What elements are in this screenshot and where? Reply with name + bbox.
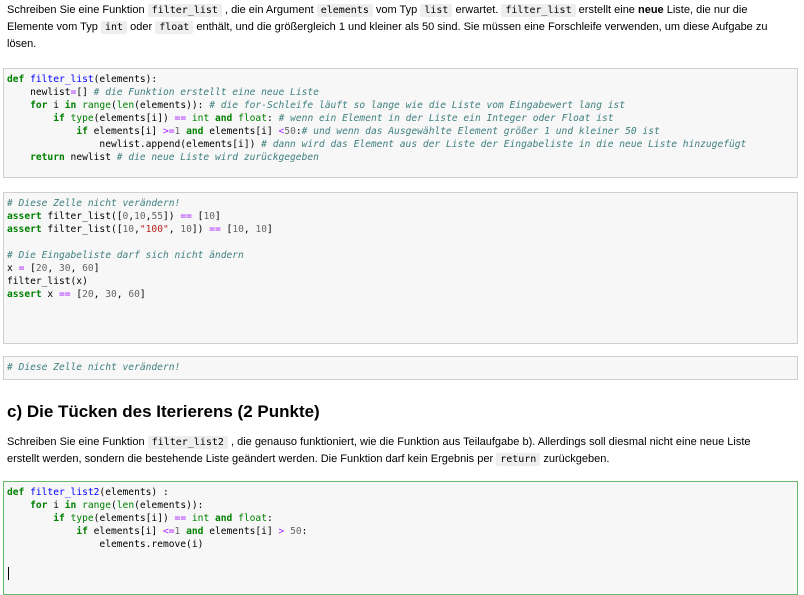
code-cell-filter-list2[interactable]: def filter_list2(elements) : for i in ra…	[3, 481, 798, 595]
intro-line-2: Elemente vom Typ int oder float enthält,…	[7, 21, 768, 34]
section-line-2: erstellt werden, sondern die bestehende …	[7, 453, 610, 466]
section-text: Schreiben Sie eine Funktion filter_list2…	[7, 434, 797, 468]
intro-line-1: Schreiben Sie eine Funktion filter_list …	[7, 4, 748, 17]
section-line-1: Schreiben Sie eine Funktion filter_list2…	[7, 436, 751, 449]
code-editor[interactable]: # Diese Zelle nicht verändern! assert fil…	[4, 193, 797, 301]
code-editor[interactable]: # Diese Zelle nicht verändern!	[4, 357, 797, 374]
section-heading: c) Die Tücken des Iterierens (2 Punkte)	[7, 402, 320, 421]
code-cell-tests[interactable]: # Diese Zelle nicht verändern! assert fil…	[3, 192, 798, 344]
code-cell-placeholder[interactable]: # Diese Zelle nicht verändern!	[3, 356, 798, 380]
intro-text: Schreiben Sie eine Funktion filter_list …	[7, 2, 797, 53]
notebook-page: Schreiben Sie eine Funktion filter_list …	[0, 0, 804, 595]
text-cursor	[8, 567, 9, 580]
intro-line-3: lösen.	[7, 38, 37, 50]
code-cell-filter-list[interactable]: def filter_list(elements): newlist=[] # …	[3, 68, 798, 178]
code-editor[interactable]: def filter_list2(elements) : for i in ra…	[4, 482, 797, 551]
code-editor[interactable]: def filter_list(elements): newlist=[] # …	[4, 69, 797, 164]
